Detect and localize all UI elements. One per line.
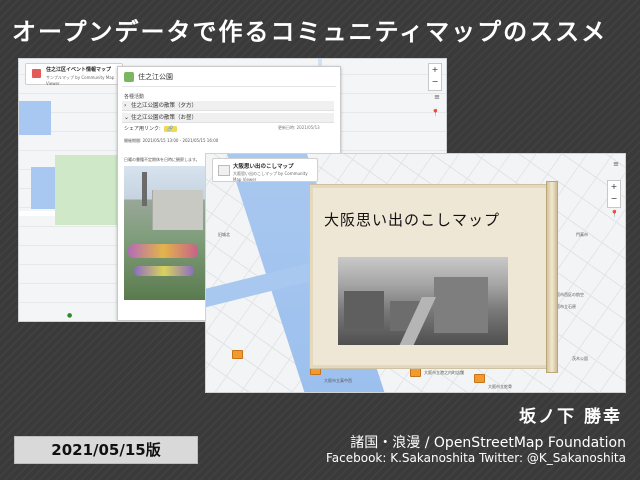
scroll-rod: [546, 181, 558, 373]
slide-title: オープンデータで作るコミュニティマップのススメ: [12, 18, 608, 46]
map-water: [19, 101, 51, 135]
park-icon: [124, 72, 134, 82]
layers-icon[interactable]: ≡: [613, 160, 619, 168]
photo-building: [344, 291, 384, 329]
zoom-control: + −: [607, 180, 621, 208]
app-logo-icon: [32, 69, 41, 78]
popup-title: 大阪思い出のこしマップ: [324, 211, 501, 229]
app-logo-icon: [218, 165, 230, 176]
osaka-memories-map-screenshot: 大阪思い出のこしマップ 大阪思い出のこしマップ by Community Map…: [205, 153, 626, 393]
zoom-out-button[interactable]: −: [608, 193, 620, 205]
author-name: 坂ノ下 勝幸: [519, 407, 622, 427]
historic-osaka-photo: [338, 257, 508, 345]
location-pin-icon[interactable]: 📍: [431, 109, 440, 117]
share-link-row: シェア用リンク: 🔗: [124, 125, 177, 132]
map-place-label: 門真市: [576, 232, 588, 237]
map-water: [31, 167, 55, 209]
park-photo: [124, 166, 206, 300]
contact-info: Facebook: K.Sakanoshita Twitter: @K_Saka…: [326, 451, 626, 465]
map-marker-icon[interactable]: [410, 368, 421, 377]
photo-flowerbed: [134, 266, 194, 276]
chevron-down-icon: ⌄: [124, 114, 130, 121]
activity-row[interactable]: ⌄ 住之江公園の散策（お昼）: [122, 113, 334, 123]
map-place-label: 大阪市立真中西: [324, 378, 352, 383]
zoom-control: + −: [428, 63, 442, 91]
map-place-label: 大阪市立蛇骨: [488, 384, 512, 389]
map-app-header: 住之江区イベント情報マップ サンプルマップ by Community Map V…: [25, 63, 123, 86]
map-app-subtitle: サンプルマップ by Community Map Viewer: [46, 75, 115, 86]
map-place-label: 旧城北: [218, 232, 230, 237]
share-label: シェア用リンク:: [124, 126, 161, 132]
event-datetime: 開催期間: 2021/05/15 13:00 - 2021/05/15 16:0…: [124, 138, 219, 143]
map-place-label: 大阪市立港之内町店舗: [424, 370, 464, 375]
map-park: [55, 155, 125, 225]
zoom-in-button[interactable]: +: [608, 181, 620, 193]
map-app-subtitle: 大阪思い出のこしマップ by Community Map Viewer: [233, 171, 308, 182]
photo-flowerbed: [128, 244, 198, 258]
layers-icon[interactable]: ≡: [434, 93, 440, 101]
map-app-header: 大阪思い出のこしマップ 大阪思い出のこしマップ by Community Map…: [212, 158, 318, 182]
map-marker-icon[interactable]: [232, 350, 243, 359]
zoom-out-button[interactable]: −: [429, 76, 441, 88]
share-link-button[interactable]: 🔗: [164, 126, 177, 132]
map-app-title: 大阪思い出のこしマップ: [233, 164, 294, 170]
place-name: 住之江公園: [138, 73, 173, 81]
event-note: 日曜の書籍不定期休を日時に観察します。: [124, 157, 200, 162]
activity-row[interactable]: › 住之江公園の散策（夕方）: [122, 101, 334, 111]
zoom-in-button[interactable]: +: [429, 64, 441, 76]
version-badge: 2021/05/15版: [14, 436, 198, 464]
map-marker-icon[interactable]: ●: [67, 312, 72, 319]
memory-popup[interactable]: 大阪思い出のこしマップ: [309, 181, 558, 373]
photo-building: [434, 277, 488, 333]
section-label: 各種活動: [124, 94, 145, 100]
panel-header: 住之江公園: [122, 70, 336, 87]
activity-label: 住之江公園の散策（お昼）: [131, 115, 198, 121]
updated-time: 更新日時: 2021/05/13: [278, 125, 320, 130]
map-app-title: 住之江区イベント情報マップ: [46, 67, 112, 73]
photo-building: [152, 190, 203, 230]
map-marker-icon[interactable]: [474, 374, 485, 383]
activity-label: 住之江公園の散策（夕方）: [131, 103, 198, 109]
map-place-label: 茨木公園: [572, 356, 588, 361]
location-pin-icon[interactable]: 📍: [610, 210, 619, 218]
affiliation: 諸国・浪漫 / OpenStreetMap Foundation: [350, 435, 626, 451]
photo-chimney: [142, 172, 147, 206]
chevron-right-icon: ›: [124, 102, 127, 109]
